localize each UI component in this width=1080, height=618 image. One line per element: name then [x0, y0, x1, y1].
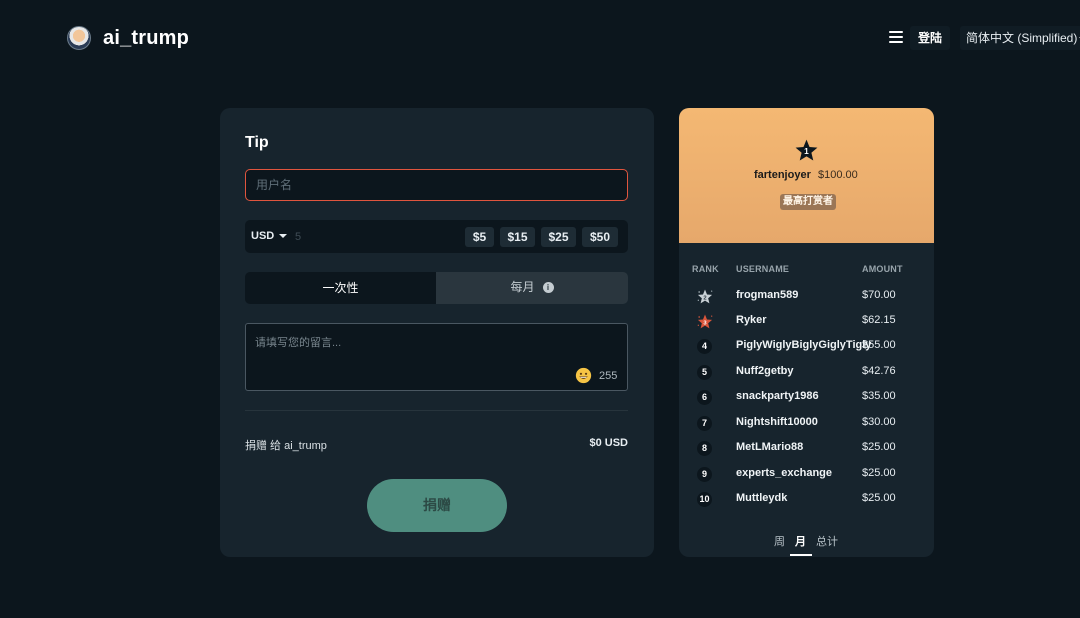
top-donor-panel: 1 fartenjoyer $100.00 最高打赏者 [679, 108, 934, 243]
top-donor-username[interactable]: fartenjoyer [754, 169, 811, 181]
rank-2-star-icon: 2 [697, 289, 713, 304]
leaderboard-username[interactable]: snackparty1986 [736, 390, 819, 402]
username-header: USERNAME [736, 264, 790, 274]
rank-number: 7 [697, 416, 712, 431]
divider [245, 410, 628, 411]
leaderboard-row: 8 MetLMario88 $25.00 [679, 441, 934, 466]
leaderboard-username[interactable]: Muttleydk [736, 492, 787, 504]
amount-header: AMOUNT [862, 264, 903, 274]
leaderboard-username[interactable]: MetLMario88 [736, 441, 803, 453]
frequency-monthly-tab[interactable]: 每月 i [436, 272, 628, 304]
hamburger-menu-icon[interactable] [889, 31, 903, 43]
donate-total: $0 USD [589, 437, 628, 449]
leaderboard-amount: $25.00 [862, 441, 896, 453]
top-bar: ai_trump 登陆 简体中文 (Simplified) [0, 0, 1080, 78]
leaderboard-username[interactable]: PiglyWiglyBiglyGiglyTigly [736, 339, 871, 351]
creator-avatar [67, 26, 91, 50]
tab-month[interactable]: 月 [795, 533, 806, 549]
rank-header: RANK [692, 264, 719, 274]
leaderboard-amount: $25.00 [862, 467, 896, 479]
character-count: 255 [599, 370, 618, 382]
rank-number: 10 [697, 492, 712, 507]
donate-button[interactable]: 捐赠 [367, 479, 507, 532]
login-button[interactable]: 登陆 [910, 26, 951, 50]
tip-card: Tip USD $5 $15 $25 $50 一次性 每月 i 255 捐赠 给 … [220, 108, 654, 557]
message-input[interactable] [255, 334, 615, 356]
rank-3-star-icon: 3 [697, 314, 713, 329]
currency-select[interactable]: USD [251, 220, 288, 253]
rank-number: 4 [697, 339, 712, 354]
leaderboard-username[interactable]: experts_exchange [736, 467, 832, 479]
leaderboard-amount: $70.00 [862, 289, 896, 301]
preset-50-button[interactable]: $50 [582, 227, 618, 247]
leaderboard-row: 6 snackparty1986 $35.00 [679, 390, 934, 415]
leaderboard-row: 5 Nuff2getby $42.76 [679, 365, 934, 390]
leaderboard-amount: $55.00 [862, 339, 896, 351]
preset-5-button[interactable]: $5 [465, 227, 494, 247]
leaderboard-amount: $62.15 [862, 314, 896, 326]
preset-15-button[interactable]: $15 [500, 227, 535, 247]
rank-number: 8 [697, 441, 712, 456]
top-rank-number: 1 [804, 146, 809, 156]
leaderboard-row: 7 Nightshift10000 $30.00 [679, 416, 934, 441]
message-box: 255 [245, 323, 628, 391]
amount-row: USD $5 $15 $25 $50 [245, 220, 628, 253]
leaderboard-username[interactable]: Ryker [736, 314, 767, 326]
emoji-icon[interactable] [575, 367, 592, 384]
info-icon[interactable]: i [542, 282, 554, 293]
language-label: 简体中文 (Simplified) [966, 31, 1078, 45]
frequency-monthly-label: 每月 [510, 280, 535, 294]
leaderboard-row: 4 PiglyWiglyBiglyGiglyTigly $55.00 [679, 339, 934, 364]
rank-number: 9 [697, 467, 712, 482]
currency-label: USD [251, 230, 275, 242]
top-donor-amount: $100.00 [818, 169, 858, 181]
leaderboard-username[interactable]: Nightshift10000 [736, 416, 818, 428]
language-select[interactable]: 简体中文 (Simplified) [960, 26, 1080, 50]
username-input[interactable] [245, 169, 628, 201]
chevron-down-icon [279, 234, 288, 239]
leaderboard-amount: $35.00 [862, 390, 896, 402]
brand[interactable]: ai_trump [67, 26, 189, 50]
leaderboard-row: 10 Muttleydk $25.00 [679, 492, 934, 517]
leaderboard-amount: $42.76 [862, 365, 896, 377]
tip-title: Tip [245, 134, 269, 151]
rank-number: 6 [697, 390, 712, 405]
tab-week[interactable]: 周 [774, 533, 785, 549]
preset-25-button[interactable]: $25 [541, 227, 576, 247]
top-donor-badge: 最高打赏者 [780, 194, 836, 210]
leaderboard-card: 1 fartenjoyer $100.00 最高打赏者 RANK USERNAM… [679, 108, 934, 557]
donate-recipient-label: 捐赠 给 ai_trump [245, 440, 327, 452]
leaderboard-username[interactable]: frogman589 [736, 289, 798, 301]
amount-input[interactable] [295, 228, 445, 245]
leaderboard-username[interactable]: Nuff2getby [736, 365, 793, 377]
frequency-once-tab[interactable]: 一次性 [245, 272, 436, 304]
leaderboard-row: 9 experts_exchange $25.00 [679, 467, 934, 492]
rank-1-star-icon: 1 [795, 139, 818, 161]
brand-name: ai_trump [103, 26, 190, 49]
leaderboard-amount: $25.00 [862, 492, 896, 504]
leaderboard-row: 2 frogman589 $70.00 [679, 289, 934, 314]
tab-all-time[interactable]: 总计 [816, 533, 838, 549]
rank-number: 5 [697, 365, 712, 380]
frequency-toggle: 一次性 每月 i [245, 272, 628, 304]
active-tab-indicator [790, 554, 812, 556]
leaderboard-row: 3 Ryker $62.15 [679, 314, 934, 339]
leaderboard-amount: $30.00 [862, 416, 896, 428]
